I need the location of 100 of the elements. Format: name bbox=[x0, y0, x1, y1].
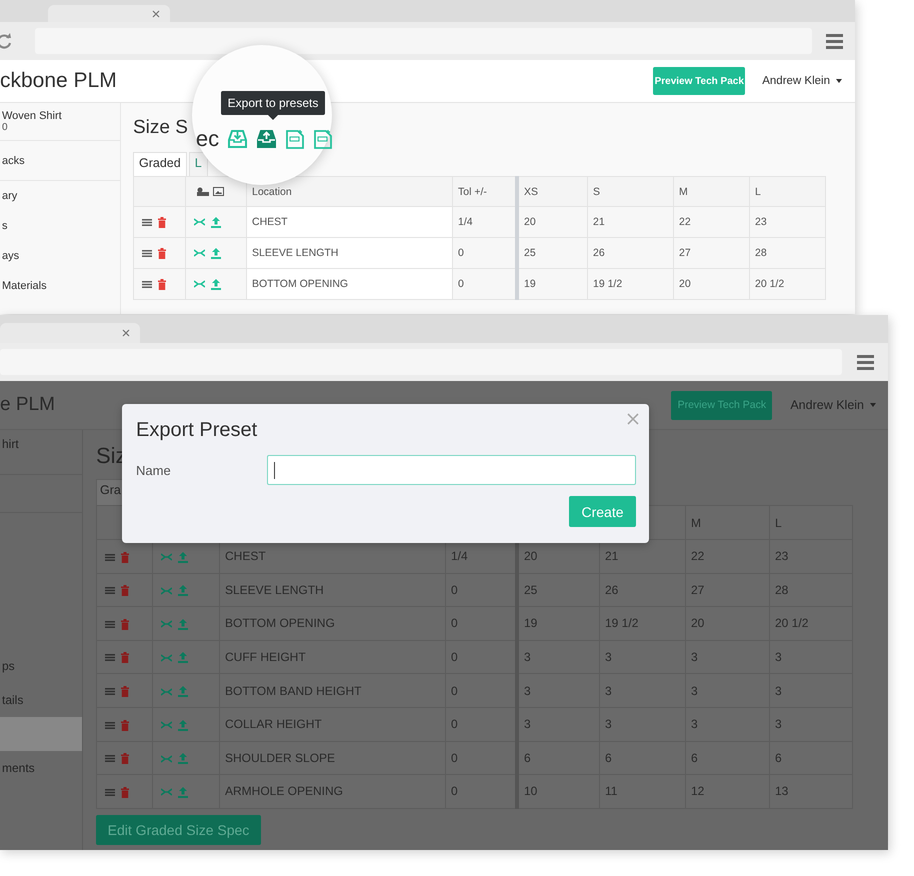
crossed-arrows-icon[interactable] bbox=[161, 788, 172, 796]
crossed-arrows-icon[interactable] bbox=[161, 688, 172, 696]
table-cell: 6 bbox=[600, 741, 686, 775]
table-cell: 3 bbox=[770, 674, 852, 708]
download-tray-icon[interactable] bbox=[228, 130, 248, 148]
sidebar-item[interactable]: ments bbox=[0, 751, 82, 785]
crossed-arrows-icon[interactable] bbox=[194, 249, 205, 258]
drag-handle-icon[interactable] bbox=[105, 620, 115, 628]
trash-icon[interactable] bbox=[121, 552, 129, 563]
sidebar-item[interactable]: hirt bbox=[0, 430, 82, 475]
drag-handle-icon[interactable] bbox=[142, 280, 152, 288]
crossed-arrows-icon[interactable] bbox=[161, 586, 172, 595]
table-cell: BOTTOM OPENING bbox=[220, 606, 446, 640]
table-cell: 27 bbox=[686, 573, 770, 607]
menu-icon[interactable] bbox=[826, 34, 843, 48]
crossed-arrows-icon[interactable] bbox=[161, 620, 172, 628]
trash-icon[interactable] bbox=[158, 278, 166, 290]
drag-handle-icon[interactable] bbox=[105, 587, 115, 594]
trash-icon[interactable] bbox=[121, 652, 129, 664]
table-cell: 6 bbox=[686, 741, 770, 775]
upload-icon[interactable] bbox=[178, 585, 188, 596]
drag-handle-icon[interactable] bbox=[105, 788, 115, 796]
table-cell: 6 bbox=[517, 741, 600, 775]
csv-file-icon[interactable] bbox=[286, 130, 304, 148]
upload-icon[interactable] bbox=[178, 686, 188, 697]
upload-tray-icon[interactable] bbox=[257, 130, 276, 148]
trash-icon[interactable] bbox=[158, 248, 166, 259]
upload-icon[interactable] bbox=[178, 618, 188, 630]
table-cell: 10 bbox=[517, 774, 600, 808]
trash-icon[interactable] bbox=[121, 786, 129, 798]
tab[interactable]: Graded bbox=[133, 152, 187, 176]
table-cell: 21 bbox=[588, 206, 674, 238]
item-count: 0 bbox=[2, 122, 9, 133]
table-cell: 0 bbox=[446, 707, 517, 742]
column-header: XS bbox=[524, 186, 538, 198]
trash-icon[interactable] bbox=[121, 720, 129, 731]
sidebar-item[interactable]: Woven Shirt 0 bbox=[0, 103, 120, 141]
sidebar-item[interactable]: tails bbox=[0, 683, 82, 717]
crossed-arrows-icon[interactable] bbox=[194, 218, 205, 226]
drag-handle-icon[interactable] bbox=[105, 654, 115, 662]
upload-icon[interactable] bbox=[211, 248, 221, 259]
close-icon[interactable] bbox=[627, 413, 639, 425]
drag-handle-icon[interactable] bbox=[142, 250, 152, 257]
sidebar-item[interactable]: s bbox=[0, 211, 120, 241]
column-header: L bbox=[755, 186, 761, 198]
drag-handle-icon[interactable] bbox=[105, 554, 115, 561]
drag-handle-icon[interactable] bbox=[105, 688, 115, 695]
table-cell: 0 bbox=[446, 674, 517, 708]
app-title: e PLM bbox=[0, 394, 55, 416]
trash-icon[interactable] bbox=[158, 216, 166, 228]
crossed-arrows-icon[interactable] bbox=[161, 553, 172, 562]
tag-icon bbox=[197, 187, 209, 196]
crossed-arrows-icon[interactable] bbox=[161, 721, 172, 730]
upload-icon[interactable] bbox=[178, 652, 188, 664]
menu-icon[interactable] bbox=[857, 354, 874, 370]
close-icon[interactable] bbox=[122, 329, 130, 337]
sidebar-item[interactable]: Materials bbox=[0, 271, 120, 301]
table-cell: 11 bbox=[600, 774, 686, 808]
upload-icon[interactable] bbox=[178, 753, 188, 764]
csv-file-icon[interactable] bbox=[314, 130, 332, 148]
edit-graded-size-spec-button[interactable]: Edit Graded Size Spec bbox=[96, 814, 261, 845]
table-cell: 0 bbox=[452, 268, 517, 300]
column-header: M bbox=[679, 186, 688, 198]
trash-icon[interactable] bbox=[121, 686, 129, 697]
dialog-title: Export Preset bbox=[136, 419, 258, 442]
drag-handle-icon[interactable] bbox=[105, 755, 115, 762]
user-menu[interactable]: Andrew Klein bbox=[762, 75, 842, 87]
upload-icon[interactable] bbox=[211, 278, 221, 290]
upload-icon[interactable] bbox=[178, 786, 188, 798]
tab[interactable]: Gra bbox=[96, 479, 123, 505]
trash-icon[interactable] bbox=[121, 585, 129, 596]
trash-icon[interactable] bbox=[121, 753, 129, 764]
preview-tech-pack-button[interactable]: Preview Tech Pack bbox=[653, 67, 746, 95]
sidebar-item[interactable]: acks bbox=[0, 141, 120, 181]
crossed-arrows-icon[interactable] bbox=[161, 654, 172, 662]
address-bar[interactable] bbox=[35, 28, 812, 54]
table-cell: 20 bbox=[517, 206, 588, 238]
drag-handle-icon[interactable] bbox=[105, 722, 115, 729]
table-cell: 0 bbox=[446, 774, 517, 808]
create-button[interactable]: Create bbox=[569, 496, 636, 527]
upload-icon[interactable] bbox=[211, 216, 221, 228]
table-cell: CHEST bbox=[246, 206, 452, 238]
user-menu[interactable]: Andrew Klein bbox=[790, 398, 876, 412]
crossed-arrows-icon[interactable] bbox=[194, 280, 205, 288]
upload-icon[interactable] bbox=[178, 552, 188, 563]
sidebar-item[interactable]: ary bbox=[0, 181, 120, 211]
sidebar-item[interactable]: ps bbox=[0, 649, 82, 683]
crossed-arrows-icon[interactable] bbox=[161, 754, 172, 763]
tooltip: Export to presets bbox=[220, 91, 326, 115]
upload-icon[interactable] bbox=[178, 720, 188, 731]
column-header: S bbox=[593, 186, 600, 198]
table-cell: 3 bbox=[517, 674, 600, 708]
drag-handle-icon[interactable] bbox=[142, 218, 152, 226]
name-field[interactable] bbox=[267, 455, 636, 485]
column-header: M bbox=[691, 516, 701, 530]
reload-icon[interactable] bbox=[0, 33, 12, 49]
tab[interactable]: L bbox=[188, 152, 208, 176]
close-icon[interactable] bbox=[152, 10, 160, 18]
sidebar-item[interactable]: ays bbox=[0, 241, 120, 271]
trash-icon[interactable] bbox=[121, 618, 129, 630]
